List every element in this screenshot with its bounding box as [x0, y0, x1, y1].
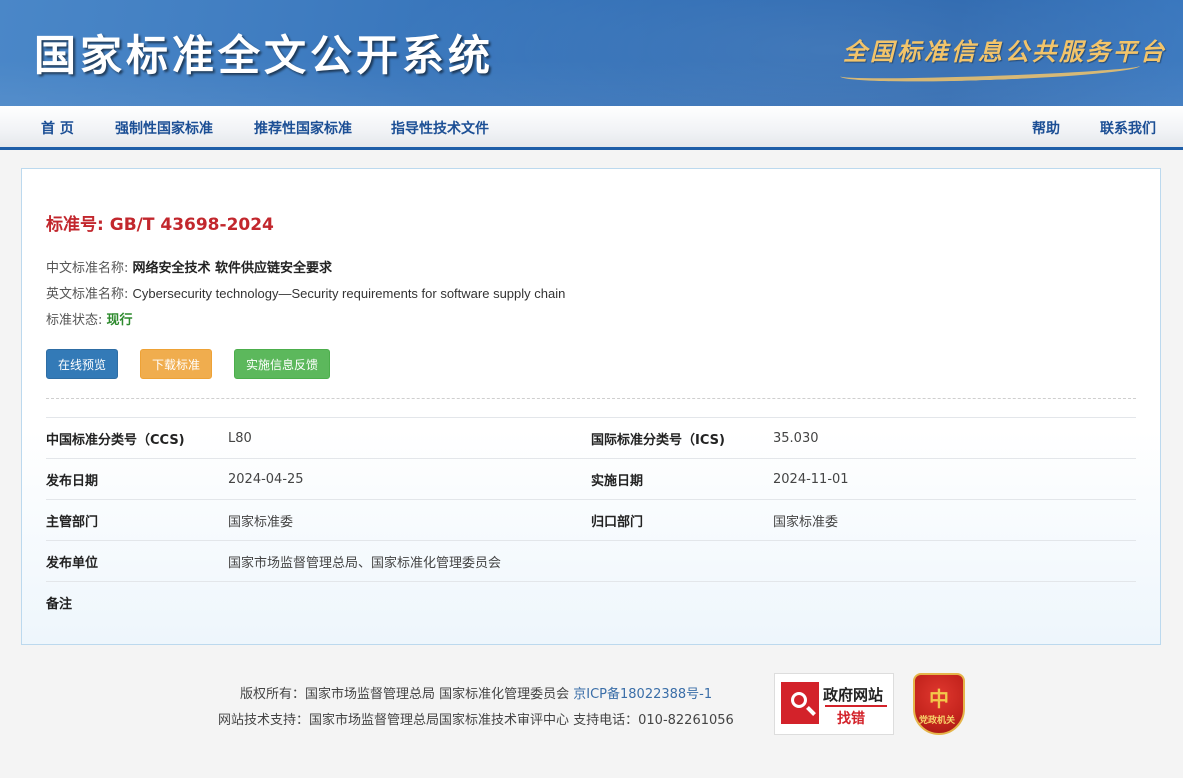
table-row: 备注 — [46, 581, 1136, 623]
site-header: 国家标准全文公开系统 全国标准信息公共服务平台 — [0, 0, 1183, 106]
publisher-label: 发布单位 — [46, 540, 228, 582]
table-row: 发布单位 国家市场监督管理总局、国家标准化管理委员会 — [46, 540, 1136, 582]
remark-label: 备注 — [46, 581, 228, 623]
copyright-text: 版权所有：国家市场监督管理总局 国家标准化管理委员会 — [240, 687, 574, 702]
status-row: 标准状态: 现行 — [46, 309, 133, 328]
en-name-row: 英文标准名称: Cybersecurity technology—Securit… — [46, 283, 565, 302]
site-title: 国家标准全文公开系统 — [34, 31, 495, 80]
gov-site-error-report-badge[interactable]: 政府网站 找错 — [774, 673, 894, 735]
owner-label: 归口部门 — [591, 499, 773, 541]
dept-value: 国家标准委 — [228, 499, 591, 541]
impl-date-value: 2024-11-01 — [773, 458, 1136, 500]
en-name-label: 英文标准名称: — [46, 287, 129, 302]
footer-support: 网站技术支持：国家市场监督管理总局国家标准技术审评中心 支持电话：010-822… — [218, 713, 734, 728]
remark-value — [228, 581, 1136, 623]
status-value: 现行 — [106, 313, 133, 328]
en-name-value: Cybersecurity technology—Security requir… — [132, 286, 566, 301]
publish-date-value: 2024-04-25 — [228, 458, 591, 500]
table-row: 发布日期 2024-04-25 实施日期 2024-11-01 — [46, 458, 1136, 500]
standard-detail-panel: 标准号: GB/T 43698-2024 中文标准名称: 网络安全技术 软件供应… — [21, 168, 1161, 645]
nav-guidance-documents[interactable]: 指导性技术文件 — [391, 118, 489, 138]
publish-date-label: 发布日期 — [46, 458, 228, 500]
divider — [46, 398, 1136, 399]
nav-contact-us[interactable]: 联系我们 — [1100, 118, 1156, 138]
footer-copyright: 版权所有：国家市场监督管理总局 国家标准化管理委员会 京ICP备18022388… — [240, 683, 712, 702]
standard-number-value: GB/T 43698-2024 — [109, 215, 274, 235]
gov-badge-divider — [825, 705, 887, 707]
cn-name-row: 中文标准名称: 网络安全技术 软件供应链安全要求 — [46, 257, 332, 276]
nav-recommended-standards[interactable]: 推荐性国家标准 — [254, 118, 352, 138]
implementation-feedback-button[interactable]: 实施信息反馈 — [234, 349, 331, 379]
emblem-icon: 中 — [929, 687, 949, 711]
standard-info-table: 中国标准分类号（CCS) L80 国际标准分类号（ICS) 35.030 发布日… — [46, 417, 1136, 623]
icp-link[interactable]: 京ICP备18022388号-1 — [573, 687, 712, 702]
ics-label: 国际标准分类号（ICS) — [591, 417, 773, 459]
nav-help[interactable]: 帮助 — [1032, 118, 1060, 138]
table-row: 中国标准分类号（CCS) L80 国际标准分类号（ICS) 35.030 — [46, 417, 1136, 459]
party-badge-text: 党政机关 — [919, 716, 956, 726]
owner-value: 国家标准委 — [773, 499, 1136, 541]
standard-number: 标准号: GB/T 43698-2024 — [46, 210, 274, 235]
gov-badge-title: 政府网站 — [823, 686, 884, 704]
download-standard-button[interactable]: 下载标准 — [140, 349, 213, 379]
nav-mandatory-standards[interactable]: 强制性国家标准 — [115, 118, 213, 138]
gov-badge-sub: 找错 — [837, 711, 865, 727]
ccs-value: L80 — [228, 417, 591, 459]
impl-date-label: 实施日期 — [591, 458, 773, 500]
dept-label: 主管部门 — [46, 499, 228, 541]
ccs-label: 中国标准分类号（CCS) — [46, 417, 228, 459]
ics-value: 35.030 — [773, 417, 1136, 459]
cn-name-label: 中文标准名称: — [46, 261, 129, 276]
cn-name-value: 网络安全技术 软件供应链安全要求 — [132, 261, 333, 276]
main-nav: 首 页 强制性国家标准 推荐性国家标准 指导性技术文件 帮助 联系我们 — [0, 106, 1183, 150]
publisher-value: 国家市场监督管理总局、国家标准化管理委员会 — [228, 540, 1136, 582]
standard-number-label: 标准号: — [46, 215, 104, 235]
nav-home[interactable]: 首 页 — [41, 118, 74, 138]
magnifier-icon — [781, 682, 819, 724]
table-row: 主管部门 国家标准委 归口部门 国家标准委 — [46, 499, 1136, 541]
online-preview-button[interactable]: 在线预览 — [46, 349, 119, 379]
party-government-badge[interactable]: 中 党政机关 — [913, 673, 965, 735]
status-label: 标准状态: — [46, 313, 103, 328]
